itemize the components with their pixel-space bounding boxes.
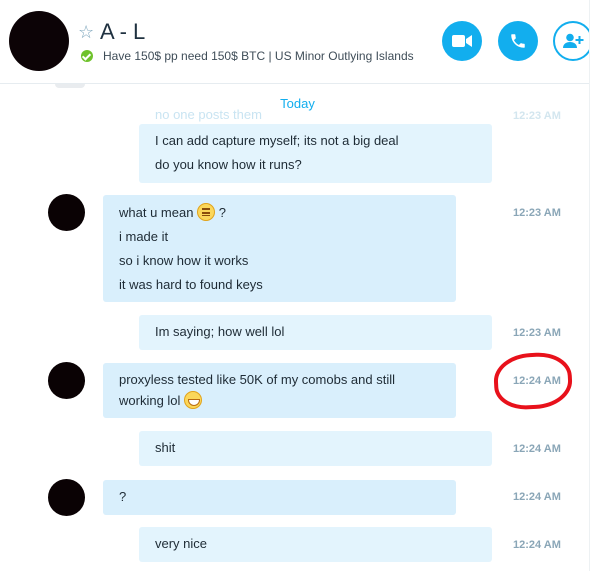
message-timestamp: 12:24 AM — [513, 443, 561, 455]
message-timestamp: 12:24 AM — [513, 491, 561, 503]
contact-avatar-small[interactable] — [48, 194, 85, 231]
add-contact-button[interactable] — [553, 21, 593, 61]
video-call-button[interactable] — [442, 21, 482, 61]
day-divider: Today — [280, 96, 315, 111]
star-outline-icon[interactable]: ☆ — [78, 22, 94, 42]
message-line: very nice — [155, 536, 208, 551]
message-line: shit — [155, 440, 176, 455]
add-contact-icon — [563, 33, 584, 48]
message-timestamp: 12:23 AM — [513, 207, 561, 219]
message-bubble-incoming[interactable]: ? — [103, 480, 456, 515]
message-line-suffix: ? — [218, 205, 226, 220]
message-bubble-outgoing[interactable]: very nice — [139, 527, 492, 562]
message-line: do you know how it runs? — [155, 157, 302, 172]
faded-message-time: 12:23 AM — [513, 110, 561, 122]
message-timestamp: 12:23 AM — [513, 327, 561, 339]
contact-name[interactable]: A - L — [100, 19, 145, 45]
message-line: working lol — [119, 393, 181, 408]
message-bubble-outgoing[interactable]: Im saying; how well lol — [139, 315, 492, 350]
message-line: I can add capture myself; its not a big … — [155, 133, 399, 148]
message-bubble-incoming[interactable]: what u mean ? i made it so i know how it… — [103, 195, 456, 302]
message-line: what u mean — [119, 205, 194, 220]
message-bubble-outgoing[interactable]: I can add capture myself; its not a big … — [139, 124, 492, 183]
faded-message-text: no one posts them — [155, 107, 262, 122]
message-line: so i know how it works — [119, 253, 249, 268]
online-check-icon — [81, 50, 93, 62]
grinning-face-emoji — [184, 391, 203, 409]
contact-avatar-small[interactable] — [48, 479, 85, 516]
message-timestamp: 12:24 AM — [513, 539, 561, 551]
message-line: ? — [119, 489, 127, 504]
contact-avatar-small[interactable] — [48, 362, 85, 399]
message-line: Im saying; how well lol — [155, 324, 285, 339]
message-line: proxyless tested like 50K of my comobs a… — [119, 372, 396, 387]
audio-call-button[interactable] — [498, 21, 538, 61]
phone-call-icon — [511, 34, 525, 48]
video-call-icon — [452, 35, 472, 47]
neutral-face-emoji — [197, 203, 216, 221]
window-edge — [589, 0, 595, 571]
message-line: i made it — [119, 229, 169, 244]
contact-mood-message: Have 150$ pp need 150$ BTC | US Minor Ou… — [103, 49, 414, 63]
message-bubble-incoming[interactable]: proxyless tested like 50K of my comobs a… — [103, 363, 456, 418]
message-line: it was hard to found keys — [119, 277, 263, 292]
message-bubble-outgoing[interactable]: shit — [139, 431, 492, 466]
contact-avatar[interactable] — [9, 11, 69, 71]
red-annotation-circle — [492, 350, 574, 412]
previous-avatar-edge — [55, 84, 85, 88]
